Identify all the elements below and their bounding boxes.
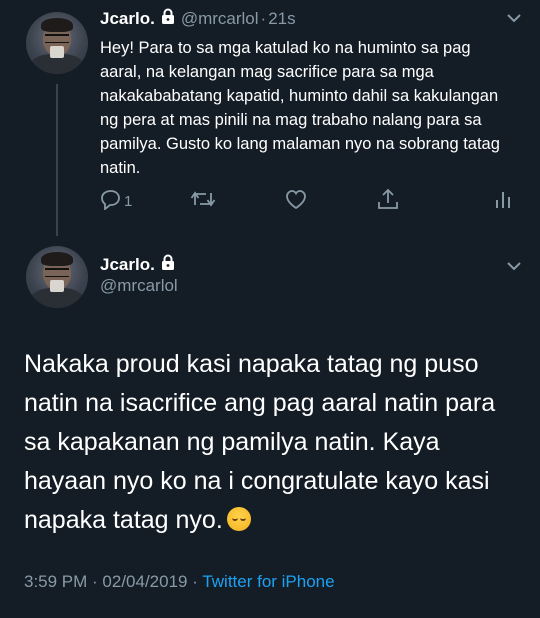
lock-icon	[161, 8, 175, 29]
reply-tweet-text: Hey! Para to sa mga katulad ko na humint…	[100, 39, 500, 177]
avatar-hair	[41, 252, 73, 266]
author-name[interactable]: Jcarlo.	[100, 9, 155, 29]
main-tweet-body: Nakaka proud kasi napaka tatag ng puso n…	[24, 350, 496, 534]
main-tweet-text: Nakaka proud kasi napaka tatag ng puso n…	[24, 345, 524, 540]
avatar-hair	[41, 18, 73, 32]
avatar-glasses	[45, 268, 69, 277]
avatar[interactable]	[26, 12, 88, 74]
tweet-source-link[interactable]: Twitter for iPhone	[202, 572, 334, 591]
share-button[interactable]	[376, 188, 400, 215]
tweet-actions: 1	[0, 188, 540, 218]
tweet-meta: 3:59 PM · 02/04/2019 · Twitter for iPhon…	[24, 572, 335, 592]
retweet-icon	[190, 188, 216, 215]
analytics-icon	[494, 188, 512, 215]
reply-author-row: Jcarlo. @mrcarlol · 21s	[100, 8, 296, 29]
chevron-down-icon[interactable]	[506, 10, 522, 26]
reply-button[interactable]: 1	[100, 188, 132, 215]
author-handle[interactable]: @mrcarlol	[181, 9, 259, 29]
like-icon	[284, 188, 308, 215]
separator-dot: ·	[260, 8, 267, 28]
avatar[interactable]	[26, 246, 88, 308]
author-name[interactable]: Jcarlo.	[100, 255, 155, 275]
reply-icon	[100, 188, 122, 215]
avatar-cup	[50, 280, 64, 292]
avatar-glasses	[45, 34, 69, 43]
retweet-button[interactable]	[190, 188, 216, 215]
like-button[interactable]	[284, 188, 308, 215]
author-handle[interactable]: @mrcarlol	[100, 276, 178, 296]
share-icon	[376, 188, 400, 215]
avatar-cup	[50, 46, 64, 58]
tweet-timestamp[interactable]: 3:59 PM · 02/04/2019 ·	[24, 572, 202, 591]
main-author-row: Jcarlo.	[100, 254, 175, 275]
relieved-smile-emoji-icon	[226, 507, 251, 531]
tweet-time[interactable]: 21s	[268, 9, 295, 29]
analytics-button[interactable]	[494, 188, 512, 215]
chevron-down-icon[interactable]	[506, 258, 522, 274]
lock-icon	[161, 254, 175, 275]
reply-count: 1	[124, 193, 133, 210]
